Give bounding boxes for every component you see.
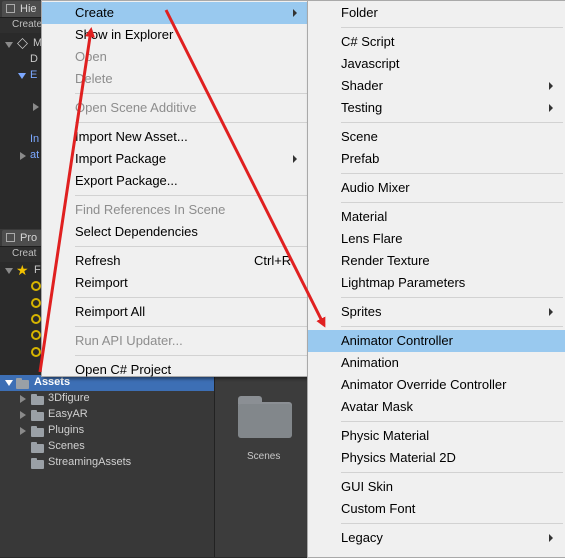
annotation-overlay [38, 9, 326, 373]
annotation-arrow [38, 27, 95, 373]
annotation-arrow [164, 9, 326, 328]
